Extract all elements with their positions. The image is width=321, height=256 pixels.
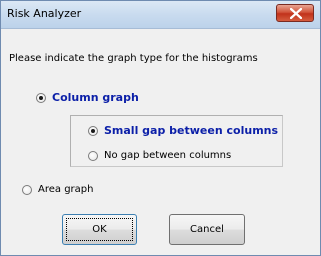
radio-area-graph[interactable]: Area graph xyxy=(22,184,93,195)
radio-label: Small gap between columns xyxy=(104,124,279,137)
cancel-button[interactable]: Cancel xyxy=(169,214,245,245)
radio-indicator[interactable] xyxy=(88,125,98,136)
radio-label: Column graph xyxy=(52,91,139,104)
radio-label: No gap between columns xyxy=(104,150,232,161)
risk-analyzer-dialog: Risk Analyzer Please indicate the graph … xyxy=(0,0,321,256)
ok-button-label: OK xyxy=(92,224,107,235)
prompt-text: Please indicate the graph type for the h… xyxy=(9,53,258,64)
title-bar[interactable]: Risk Analyzer xyxy=(1,1,320,29)
radio-column-graph[interactable]: Column graph xyxy=(36,91,139,104)
window-title: Risk Analyzer xyxy=(7,7,82,20)
radio-indicator[interactable] xyxy=(88,150,98,161)
close-button[interactable] xyxy=(276,4,314,22)
close-icon xyxy=(290,8,302,19)
radio-indicator[interactable] xyxy=(22,184,32,195)
radio-no-gap[interactable]: No gap between columns xyxy=(88,150,231,161)
radio-indicator[interactable] xyxy=(36,92,46,103)
cancel-button-label: Cancel xyxy=(190,224,224,235)
radio-small-gap[interactable]: Small gap between columns xyxy=(88,124,278,137)
ok-button[interactable]: OK xyxy=(62,214,137,245)
radio-label: Area graph xyxy=(38,184,94,195)
